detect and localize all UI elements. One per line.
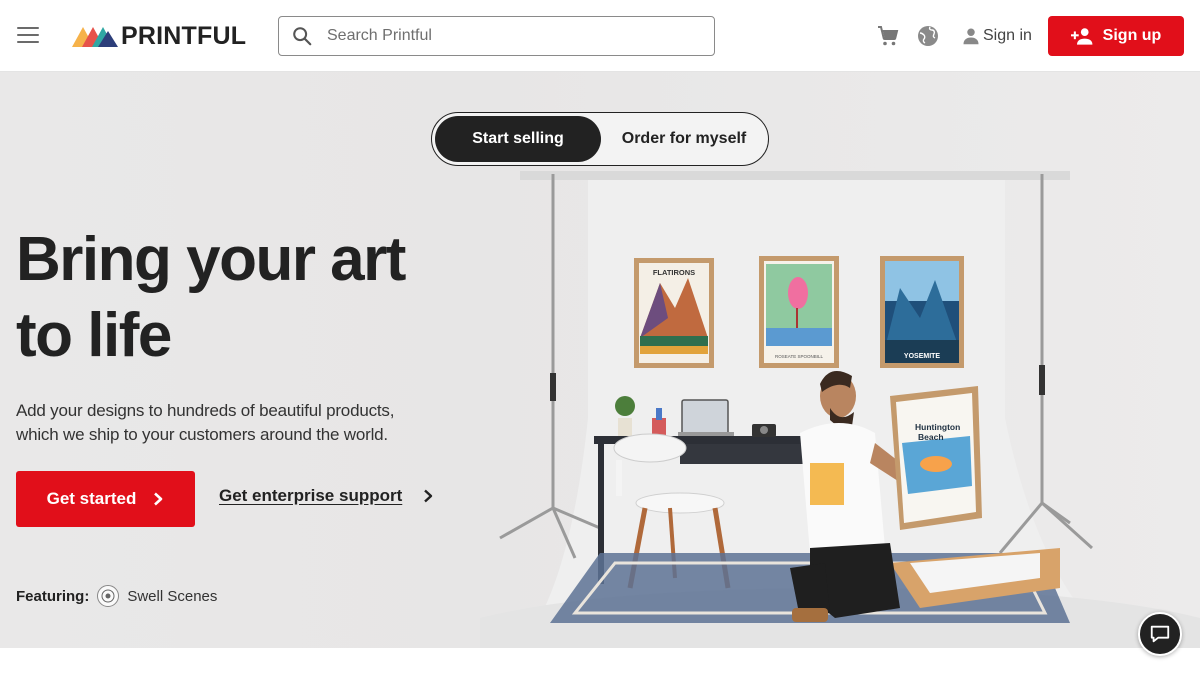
search-icon <box>293 27 312 46</box>
search-input[interactable] <box>327 27 707 45</box>
sign-in-link[interactable]: Sign in <box>962 24 1032 48</box>
svg-text:Beach: Beach <box>918 432 944 442</box>
poster-flatirons: FLATIRONS <box>634 258 714 368</box>
poster-yosemite: YOSEMITE <box>880 256 964 368</box>
add-user-icon <box>1070 28 1093 45</box>
chevron-right-icon <box>424 489 433 503</box>
user-icon <box>963 28 979 45</box>
svg-text:ROSEATE SPOONBILL: ROSEATE SPOONBILL <box>775 354 823 359</box>
featuring-row: Featuring: Swell Scenes <box>16 585 217 607</box>
headline-line-2: to life <box>16 301 172 370</box>
hero-subtext: Add your designs to hundreds of beautifu… <box>16 401 395 444</box>
hero-section: FLATIRONS ROSEATE SPOONBILL YOSEMITE Hun… <box>0 72 1200 648</box>
search-bar[interactable] <box>278 16 715 56</box>
hero-headline: Bring your art to life <box>16 222 456 374</box>
chat-bubble-icon[interactable] <box>1138 612 1182 656</box>
sign-up-label: Sign up <box>1102 27 1162 44</box>
chat-icon <box>1150 625 1170 643</box>
swell-scenes-logo-icon <box>97 585 120 607</box>
site-header: PRINTFUL Sign in Sign up <box>0 0 1200 72</box>
tab-start-selling[interactable]: Start selling <box>435 116 601 162</box>
featuring-name: Swell Scenes <box>127 587 218 605</box>
featuring-label: Featuring: <box>16 587 90 605</box>
enterprise-support-link[interactable]: Get enterprise support <box>219 486 434 506</box>
chevron-right-icon <box>154 492 163 506</box>
mode-toggle[interactable]: Start selling Order for myself <box>431 112 769 166</box>
poster-spoonbill: ROSEATE SPOONBILL <box>759 256 839 368</box>
svg-text:YOSEMITE: YOSEMITE <box>904 353 941 360</box>
logo-mountains-icon <box>72 27 118 47</box>
hero-studio-image: FLATIRONS ROSEATE SPOONBILL YOSEMITE Hun… <box>480 171 1200 648</box>
sign-up-button[interactable]: Sign up <box>1048 16 1184 56</box>
sign-in-label: Sign in <box>983 27 1032 44</box>
tab-order-for-myself[interactable]: Order for myself <box>602 116 766 162</box>
printful-logo[interactable]: PRINTFUL <box>72 23 246 49</box>
brand-name: PRINTFUL <box>121 22 247 50</box>
svg-text:FLATIRONS: FLATIRONS <box>653 268 695 277</box>
headline-line-1: Bring your art <box>16 225 406 294</box>
hamburger-menu-icon[interactable] <box>17 27 39 45</box>
cart-icon[interactable] <box>876 24 900 48</box>
globe-icon[interactable] <box>916 24 940 48</box>
svg-text:Huntington: Huntington <box>915 422 960 432</box>
enterprise-support-label: Get enterprise support <box>219 486 403 505</box>
get-started-label: Get started <box>46 489 137 508</box>
poster-huntington-beach: Huntington Beach <box>890 386 982 530</box>
get-started-button[interactable]: Get started <box>16 471 195 527</box>
